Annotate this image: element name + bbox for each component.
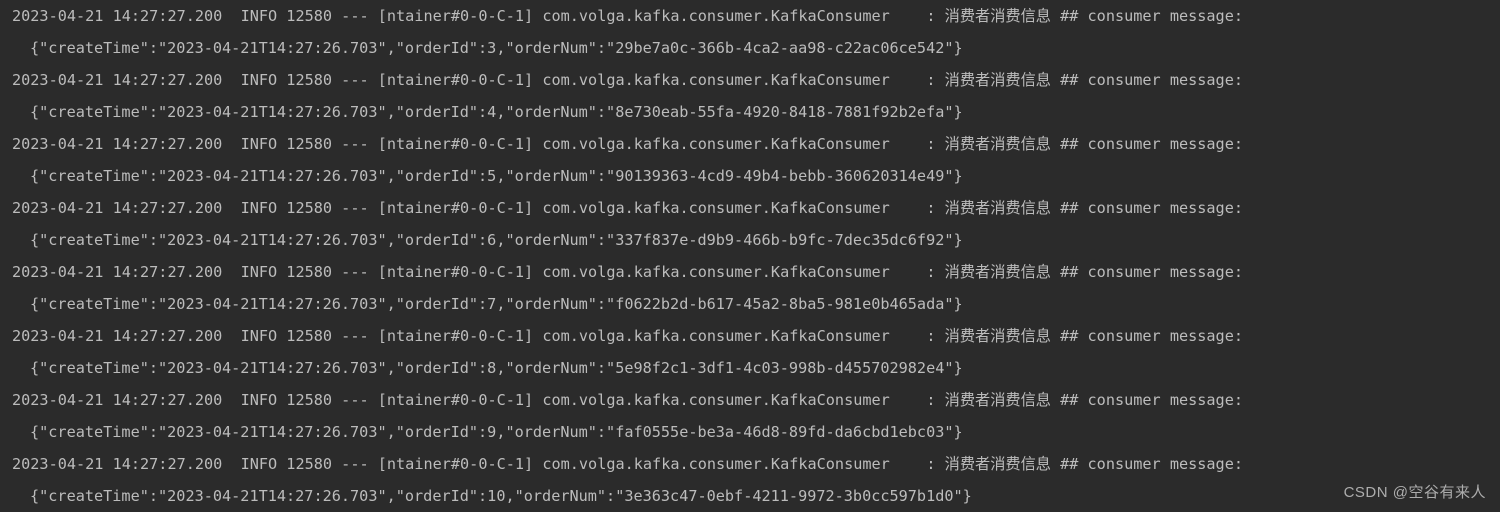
log-header-line: 2023-04-21 14:27:27.200 INFO 12580 --- [… <box>12 192 1496 224</box>
log-body-line: {"createTime":"2023-04-21T14:27:26.703",… <box>12 224 1496 256</box>
log-header-line: 2023-04-21 14:27:27.200 INFO 12580 --- [… <box>12 128 1496 160</box>
log-header-line: 2023-04-21 14:27:27.200 INFO 12580 --- [… <box>12 384 1496 416</box>
log-body-line: {"createTime":"2023-04-21T14:27:26.703",… <box>12 288 1496 320</box>
log-header-line: 2023-04-21 14:27:27.200 INFO 12580 --- [… <box>12 320 1496 352</box>
log-body-line: {"createTime":"2023-04-21T14:27:26.703",… <box>12 352 1496 384</box>
log-body-line: {"createTime":"2023-04-21T14:27:26.703",… <box>12 32 1496 64</box>
log-header-line: 2023-04-21 14:27:27.200 INFO 12580 --- [… <box>12 448 1496 480</box>
log-header-line: 2023-04-21 14:27:27.200 INFO 12580 --- [… <box>12 0 1496 32</box>
log-body-line: {"createTime":"2023-04-21T14:27:26.703",… <box>12 96 1496 128</box>
log-body-line: {"createTime":"2023-04-21T14:27:26.703",… <box>12 480 1496 512</box>
log-header-line: 2023-04-21 14:27:27.200 INFO 12580 --- [… <box>12 256 1496 288</box>
watermark: CSDN @空谷有来人 <box>1344 481 1486 502</box>
log-body-line: {"createTime":"2023-04-21T14:27:26.703",… <box>12 416 1496 448</box>
log-body-line: {"createTime":"2023-04-21T14:27:26.703",… <box>12 160 1496 192</box>
log-header-line: 2023-04-21 14:27:27.200 INFO 12580 --- [… <box>12 64 1496 96</box>
log-console: 2023-04-21 14:27:27.200 INFO 12580 --- [… <box>0 0 1500 512</box>
